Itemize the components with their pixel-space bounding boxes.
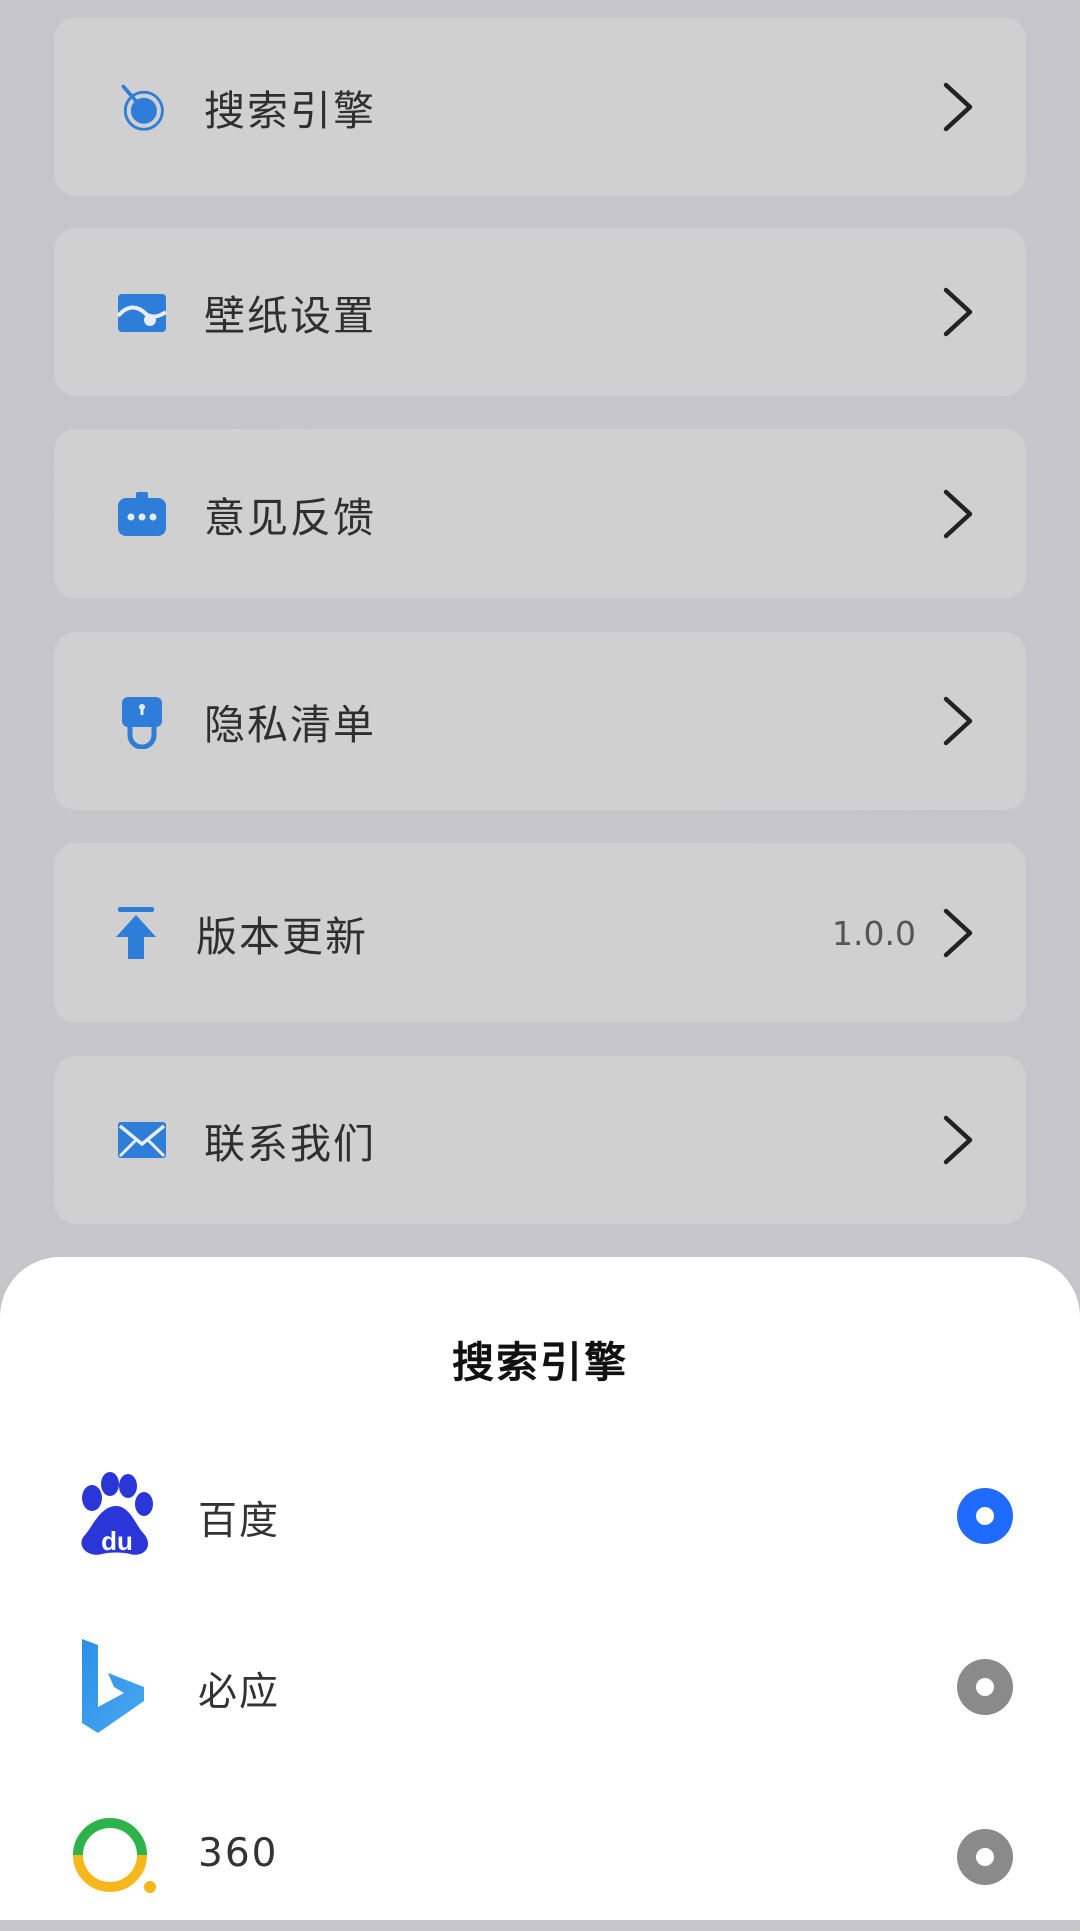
radio-dot — [976, 1848, 994, 1866]
update-icon — [110, 907, 162, 959]
engine-name: 360 — [198, 1831, 279, 1876]
menu-item-label: 隐私清单 — [204, 701, 376, 749]
chevron-right-icon — [943, 696, 973, 746]
wallpaper-icon — [116, 286, 168, 338]
search-engine-icon — [116, 81, 168, 133]
engine-option-bing[interactable]: 必应 — [0, 1639, 1080, 1761]
mail-icon — [116, 1114, 168, 1166]
engine-name: 必应 — [198, 1670, 281, 1715]
engine-name: 百度 — [198, 1499, 281, 1544]
radio-unselected[interactable] — [957, 1659, 1013, 1715]
radio-unselected[interactable] — [957, 1829, 1013, 1885]
feedback-icon — [116, 488, 168, 540]
menu-item-privacy[interactable]: 隐私清单 — [54, 632, 1026, 810]
chevron-right-icon — [943, 1115, 973, 1165]
sheet-title: 搜索引擎 — [451, 1338, 628, 1387]
menu-item-feedback[interactable]: 意见反馈 — [54, 429, 1026, 599]
search-engine-sheet: 搜索引擎 du 百度 必应 360 — [0, 1257, 1080, 1920]
baidu-logo-icon: du — [70, 1470, 160, 1560]
menu-item-wallpaper[interactable]: 壁纸设置 — [54, 228, 1026, 396]
menu-item-search-engine[interactable]: 搜索引擎 — [54, 17, 1026, 196]
bing-logo-icon — [78, 1637, 168, 1733]
chevron-right-icon — [943, 489, 973, 539]
radio-dot — [976, 1678, 994, 1696]
radio-dot — [976, 1507, 994, 1525]
chevron-right-icon — [943, 287, 973, 337]
menu-item-label: 壁纸设置 — [204, 292, 376, 340]
engine-option-360[interactable]: 360 — [0, 1811, 1080, 1931]
menu-item-label: 联系我们 — [204, 1120, 376, 1168]
menu-item-version-update[interactable]: 版本更新 1.0.0 — [54, 843, 1026, 1023]
version-value: 1.0.0 — [832, 913, 916, 953]
svg-text:du: du — [101, 1526, 133, 1556]
chevron-right-icon — [943, 908, 973, 958]
menu-item-label: 意见反馈 — [204, 494, 376, 542]
radio-selected[interactable] — [957, 1488, 1013, 1544]
menu-item-contact-us[interactable]: 联系我们 — [54, 1056, 1026, 1224]
360-logo-icon — [70, 1811, 160, 1901]
engine-option-baidu[interactable]: du 百度 — [0, 1470, 1080, 1590]
menu-item-label: 版本更新 — [196, 913, 368, 961]
privacy-icon — [116, 695, 168, 749]
chevron-right-icon — [943, 82, 973, 131]
menu-item-label: 搜索引擎 — [204, 86, 376, 135]
